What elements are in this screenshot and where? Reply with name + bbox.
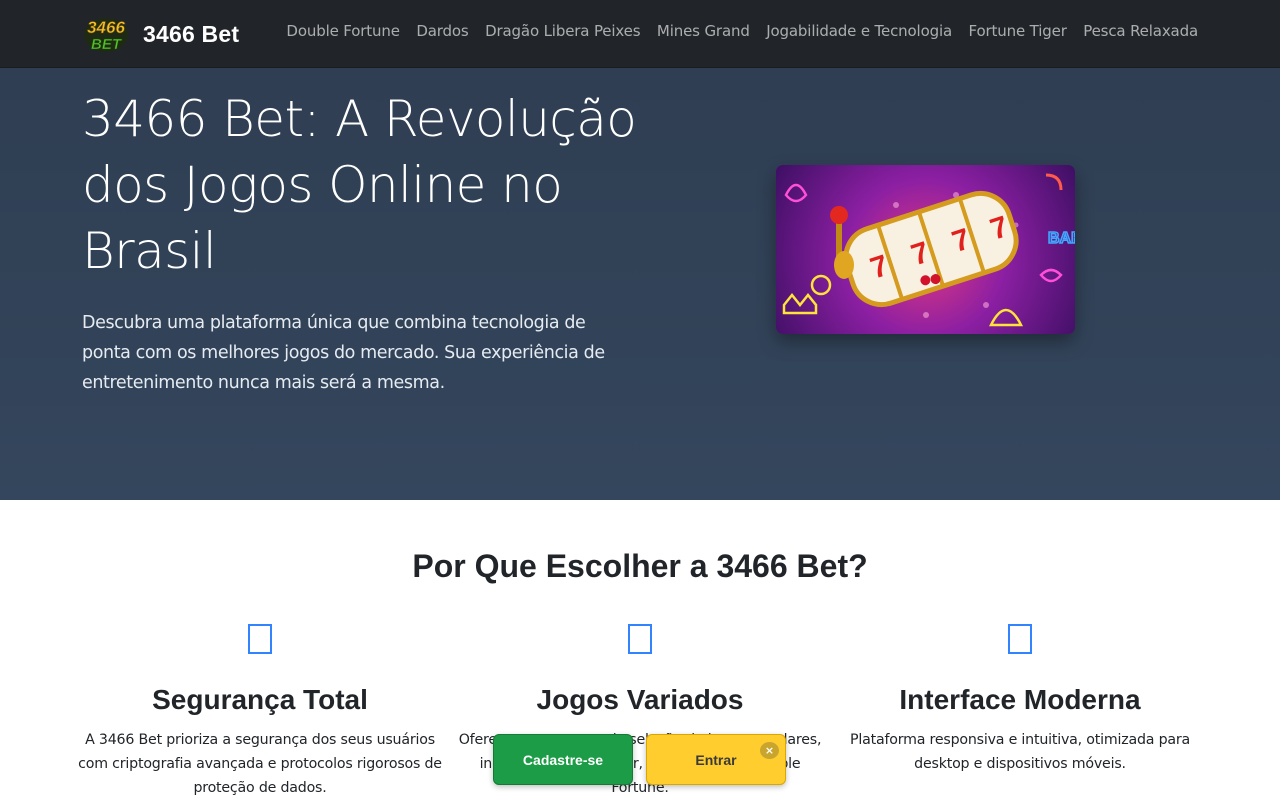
floating-cta-bar: Cadastre-se Entrar — [493, 734, 786, 785]
nav-link-double-fortune[interactable]: Double Fortune — [286, 22, 400, 40]
nav-link-fortune-tiger[interactable]: Fortune Tiger — [969, 22, 1067, 40]
svg-text:3466: 3466 — [87, 18, 125, 37]
navbar: 3466 BET 3466 Bet Double Fortune Dardos … — [0, 0, 1280, 68]
shield-icon — [248, 624, 272, 654]
hero-description: Descubra uma plataforma única que combin… — [82, 313, 605, 393]
feature-description: Plataforma responsiva e intuitiva, otimi… — [850, 732, 1190, 772]
svg-text:BET: BET — [91, 36, 123, 53]
brand-name: 3466 Bet — [143, 20, 240, 47]
nav-link-jogabilidade-tecnologia[interactable]: Jogabilidade e Tecnologia — [766, 22, 952, 40]
feature-description: A 3466 Bet prioriza a segurança dos seus… — [78, 732, 442, 796]
hero-section: 3466 Bet: A Revolução dos Jogos Online n… — [0, 68, 1280, 500]
hero-title: 3466 Bet: A Revolução dos Jogos Online n… — [82, 90, 637, 280]
feature-card-interface: Interface Moderna Plataforma responsiva … — [830, 624, 1210, 776]
nav-link-dardos[interactable]: Dardos — [416, 22, 468, 40]
brand-logo: 3466 BET — [82, 13, 130, 55]
feature-title: Interface Moderna — [899, 684, 1141, 715]
features-title: Por Que Escolher a 3466 Bet? — [412, 548, 868, 584]
brand-link[interactable]: 3466 BET 3466 Bet — [82, 12, 239, 56]
feature-title: Jogos Variados — [536, 684, 744, 715]
close-icon[interactable]: × — [760, 742, 779, 759]
nav-menu: Double Fortune Dardos Dragão Libera Peix… — [270, 22, 1198, 40]
feature-title: Segurança Total — [152, 684, 368, 715]
nav-link-pesca-relaxada[interactable]: Pesca Relaxada — [1083, 22, 1198, 40]
svg-text:BAR: BAR — [1048, 230, 1075, 247]
controller-icon — [628, 624, 652, 654]
register-button[interactable]: Cadastre-se — [493, 734, 633, 785]
nav-link-dragao-libera-peixes[interactable]: Dragão Libera Peixes — [485, 22, 640, 40]
feature-card-security: Segurança Total A 3466 Bet prioriza a se… — [70, 624, 450, 800]
monitor-icon — [1008, 624, 1032, 654]
slot-machine-image: BAR 7 7 7 7 — [776, 165, 1075, 334]
nav-link-mines-grand[interactable]: Mines Grand — [657, 22, 750, 40]
